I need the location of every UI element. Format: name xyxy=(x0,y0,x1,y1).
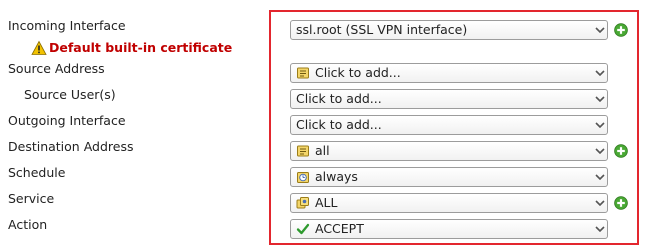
certificate-warning: Default built-in certificate xyxy=(31,40,232,56)
chevron-down-icon[interactable] xyxy=(593,116,607,134)
action-label: Action xyxy=(8,217,48,232)
service-value: ALL xyxy=(315,195,338,210)
add-service-icon[interactable] xyxy=(614,196,628,210)
incoming-interface-value: ssl.root (SSL VPN interface) xyxy=(296,22,468,37)
destination-address-label: Destination Address xyxy=(8,139,134,154)
address-icon xyxy=(296,66,310,80)
source-address-value: Click to add... xyxy=(315,65,401,80)
schedule-icon xyxy=(296,170,310,184)
action-select[interactable]: ACCEPT xyxy=(290,219,608,239)
source-users-value: Click to add... xyxy=(296,91,382,106)
outgoing-interface-value: Click to add... xyxy=(296,117,382,132)
outgoing-interface-label: Outgoing Interface xyxy=(8,113,126,128)
action-value: ACCEPT xyxy=(315,221,364,236)
service-label: Service xyxy=(8,191,55,206)
chevron-down-icon[interactable] xyxy=(593,142,607,160)
chevron-down-icon[interactable] xyxy=(593,64,607,82)
destination-address-select[interactable]: all xyxy=(290,141,608,161)
warning-text: Default built-in certificate xyxy=(49,40,233,55)
address-icon xyxy=(296,144,310,158)
chevron-down-icon[interactable] xyxy=(593,194,607,212)
schedule-label: Schedule xyxy=(8,165,66,180)
outgoing-interface-select[interactable]: Click to add... xyxy=(290,115,608,135)
destination-address-value: all xyxy=(315,143,330,158)
chevron-down-icon[interactable] xyxy=(593,90,607,108)
source-address-select[interactable]: Click to add... xyxy=(290,63,608,83)
add-destination-icon[interactable] xyxy=(614,144,628,158)
source-users-label: Source User(s) xyxy=(24,87,116,102)
warning-icon xyxy=(31,40,47,56)
service-select[interactable]: ALL xyxy=(290,193,608,213)
source-address-label: Source Address xyxy=(8,61,105,76)
chevron-down-icon[interactable] xyxy=(593,220,607,238)
chevron-down-icon[interactable] xyxy=(593,168,607,186)
incoming-interface-label: Incoming Interface xyxy=(8,18,126,33)
schedule-select[interactable]: always xyxy=(290,167,608,187)
schedule-value: always xyxy=(315,169,358,184)
checkmark-icon xyxy=(296,222,310,236)
incoming-interface-select[interactable]: ssl.root (SSL VPN interface) xyxy=(290,20,608,40)
chevron-down-icon[interactable] xyxy=(593,21,607,39)
service-group-icon xyxy=(296,196,310,210)
add-incoming-icon[interactable] xyxy=(614,23,628,37)
source-users-select[interactable]: Click to add... xyxy=(290,89,608,109)
